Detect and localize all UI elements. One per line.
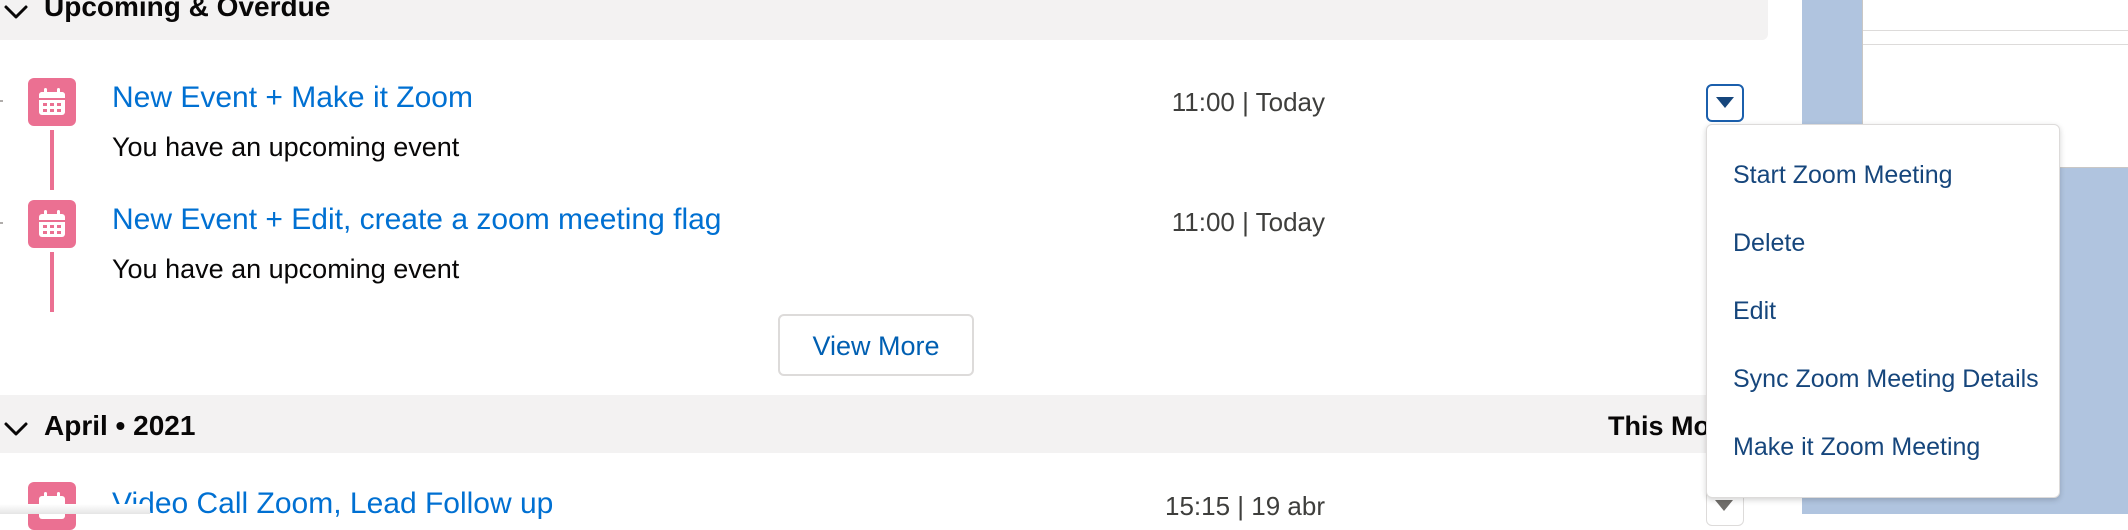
- section-header-upcoming[interactable]: Upcoming & Overdue: [0, 0, 1768, 40]
- menu-item-delete[interactable]: Delete: [1733, 227, 1805, 259]
- event-time: 15:15 | 19 abr: [1165, 491, 1325, 521]
- section-title: Upcoming & Overdue: [44, 0, 331, 22]
- event-subtitle: You have an upcoming event: [112, 254, 460, 284]
- caret-down-icon: [1716, 97, 1734, 108]
- event-menu-button[interactable]: [1706, 84, 1744, 122]
- section-title: April • 2021: [44, 410, 196, 441]
- view-more-button[interactable]: View More: [778, 314, 974, 376]
- calendar-icon: [39, 88, 65, 115]
- menu-item-make-zoom-meeting[interactable]: Make it Zoom Meeting: [1733, 431, 1980, 463]
- event-time: 11:00 | Today: [1171, 207, 1325, 237]
- chevron-down-icon[interactable]: [2, 0, 30, 26]
- event-time: 11:00 | Today: [1171, 87, 1325, 117]
- activity-timeline: Upcoming & Overdue New Event + Make it Z…: [0, 0, 1770, 530]
- timeline-tick: [0, 222, 3, 224]
- event-title-link[interactable]: New Event + Make it Zoom: [112, 80, 473, 116]
- divider: [1863, 30, 2128, 31]
- event-title-link[interactable]: New Event + Edit, create a zoom meeting …: [112, 202, 721, 238]
- menu-item-sync-zoom-details[interactable]: Sync Zoom Meeting Details: [1733, 363, 2039, 395]
- event-icon-badge: [28, 200, 76, 248]
- event-actions-menu: Start Zoom Meeting Delete Edit Sync Zoom…: [1706, 124, 2060, 498]
- caret-down-icon: [1715, 500, 1733, 511]
- section-header-month[interactable]: April • 2021 This Mo: [0, 395, 1770, 453]
- event-title-link[interactable]: Video Call Zoom, Lead Follow up: [112, 486, 553, 522]
- chevron-down-icon[interactable]: [2, 415, 30, 443]
- scroll-shadow: [0, 504, 150, 514]
- timeline-connector: [50, 252, 54, 312]
- section-filter-label: This Mo: [1608, 411, 1710, 441]
- menu-item-edit[interactable]: Edit: [1733, 295, 1776, 327]
- timeline-tick: [0, 100, 3, 102]
- event-subtitle: You have an upcoming event: [112, 132, 460, 162]
- menu-item-start-zoom-meeting[interactable]: Start Zoom Meeting: [1733, 159, 1953, 191]
- event-icon-badge: [28, 78, 76, 126]
- divider: [1863, 44, 2128, 45]
- timeline-connector: [50, 130, 54, 190]
- calendar-icon: [39, 210, 65, 237]
